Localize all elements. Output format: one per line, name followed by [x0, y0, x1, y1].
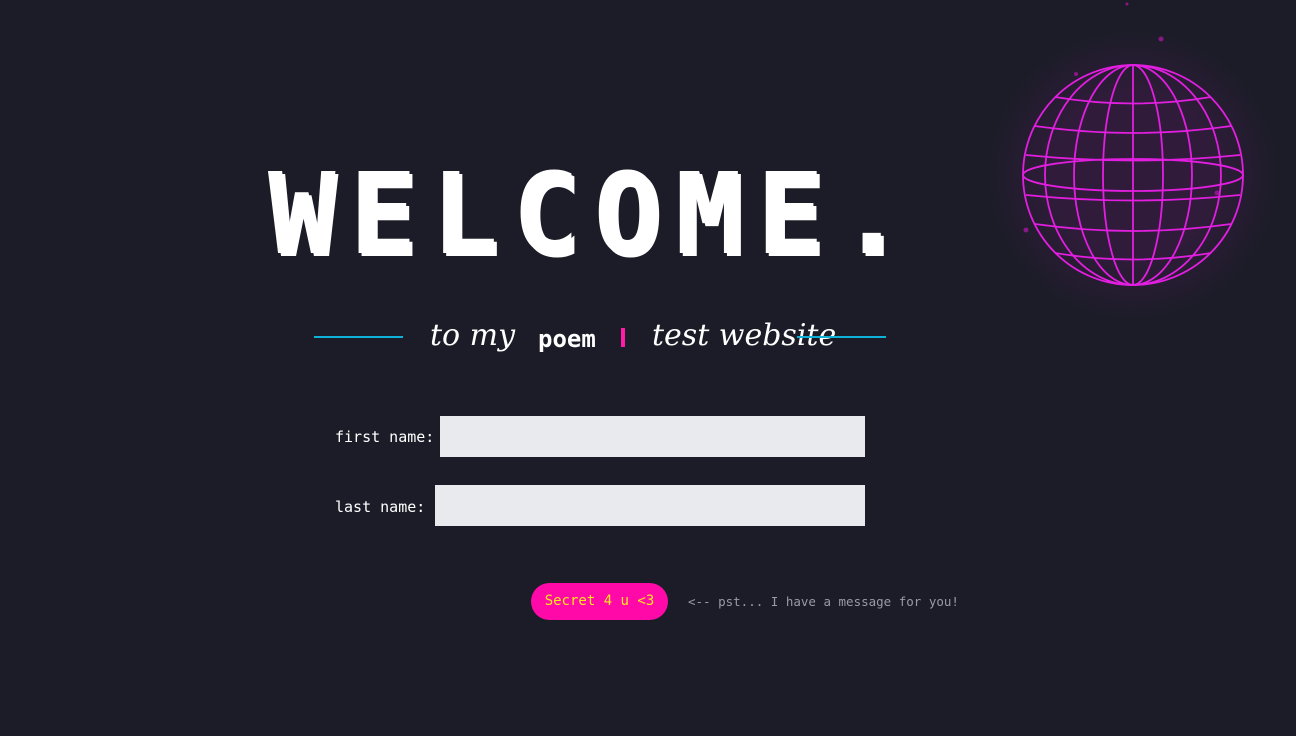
- secret-button[interactable]: Secret 4 u <3: [531, 583, 668, 620]
- right-divider-line: [797, 336, 886, 338]
- secret-hint: <-- pst... I have a message for you!: [688, 594, 959, 609]
- last-name-label: last name:: [335, 498, 426, 516]
- subtitle-prefix: to my: [430, 318, 516, 353]
- welcome-heading: WELCOME.: [268, 150, 920, 280]
- subtitle-row: to my poem test website: [314, 312, 886, 362]
- first-name-label: first name:: [335, 428, 435, 446]
- first-name-input[interactable]: [440, 416, 865, 457]
- left-divider-line: [314, 336, 403, 338]
- typing-cursor: [621, 328, 625, 347]
- last-name-input[interactable]: [435, 485, 865, 526]
- wireframe-globe-icon: [990, 2, 1278, 320]
- typed-word: poem: [538, 325, 596, 353]
